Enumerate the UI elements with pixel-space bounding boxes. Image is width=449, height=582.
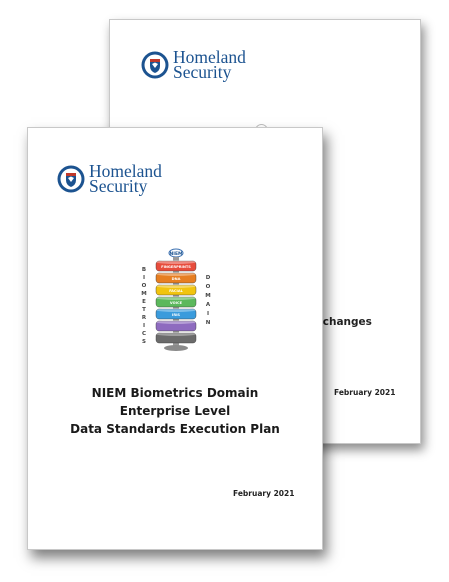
back-date: February 2021 (334, 388, 396, 397)
domain-letter: A (206, 302, 211, 308)
domain-letter: M (205, 293, 210, 299)
agency-name-line2: Security (173, 62, 232, 82)
dhs-wordmark: Homeland Security (89, 162, 162, 196)
stack-band-highlight (156, 260, 196, 264)
niem-label: NIEM (170, 251, 184, 257)
domain-letter: D (206, 275, 211, 281)
agency-name-line2: Security (89, 176, 148, 196)
biometrics-letter: R (142, 315, 147, 321)
biometrics-letter: T (142, 307, 146, 313)
biometrics-letter: I (143, 275, 145, 281)
domain-vertical-label: DOMAIN (205, 275, 211, 326)
stack-band-highlight (156, 296, 196, 300)
stack-band-label: FACIAL (169, 289, 184, 293)
biometrics-stack: NIEM FINGERPRINTS DNA FACIAL VOICE IRIS (155, 248, 197, 351)
domain-letter: I (207, 311, 209, 317)
stack-band-highlight (156, 272, 196, 276)
biometrics-letter: M (141, 291, 146, 297)
dhs-logo: Homeland Security (141, 48, 246, 82)
dhs-logo: Homeland Security (57, 162, 162, 196)
dhs-wordmark: Homeland Security (173, 48, 246, 82)
dhs-seal-icon (141, 51, 169, 79)
biometrics-vertical-label: BIOMETRICS (141, 267, 147, 345)
biometrics-letter: S (142, 339, 146, 345)
stack-band-highlight (156, 308, 196, 312)
stack-band-label: DNA (172, 277, 181, 281)
title-line-2: Enterprise Level (119, 404, 231, 418)
biometrics-letter: E (142, 299, 146, 305)
biometrics-letter: B (142, 267, 146, 273)
front-document-page: Homeland Security BIOMETRICS DOMAIN NIEM… (27, 127, 323, 550)
back-title-partial-2: xchanges (316, 316, 372, 328)
biometrics-letter: I (143, 323, 145, 329)
stack-band-label: FINGERPRINTS (161, 265, 191, 269)
title-line-3: Data Standards Execution Plan (70, 422, 280, 436)
document-title: NIEM Biometrics Domain Enterprise Level … (28, 384, 322, 438)
biometrics-letter: O (142, 283, 147, 289)
front-date: February 2021 (233, 489, 295, 498)
stack-band-highlight (156, 332, 196, 336)
title-line-1: NIEM Biometrics Domain (91, 386, 259, 400)
stack-base (164, 345, 188, 351)
domain-letter: O (206, 284, 211, 290)
stack-band-label: VOICE (170, 301, 183, 305)
stack-band-label: IRIS (172, 313, 180, 317)
stack-band-highlight (156, 284, 196, 288)
biometrics-domain-graphic: BIOMETRICS DOMAIN NIEMFINGERPRINTSDNAFAC… (141, 248, 211, 351)
biometrics-letter: C (142, 331, 146, 337)
domain-letter: N (206, 320, 211, 326)
dhs-seal-icon (57, 165, 85, 193)
stack-band-highlight (156, 320, 196, 324)
